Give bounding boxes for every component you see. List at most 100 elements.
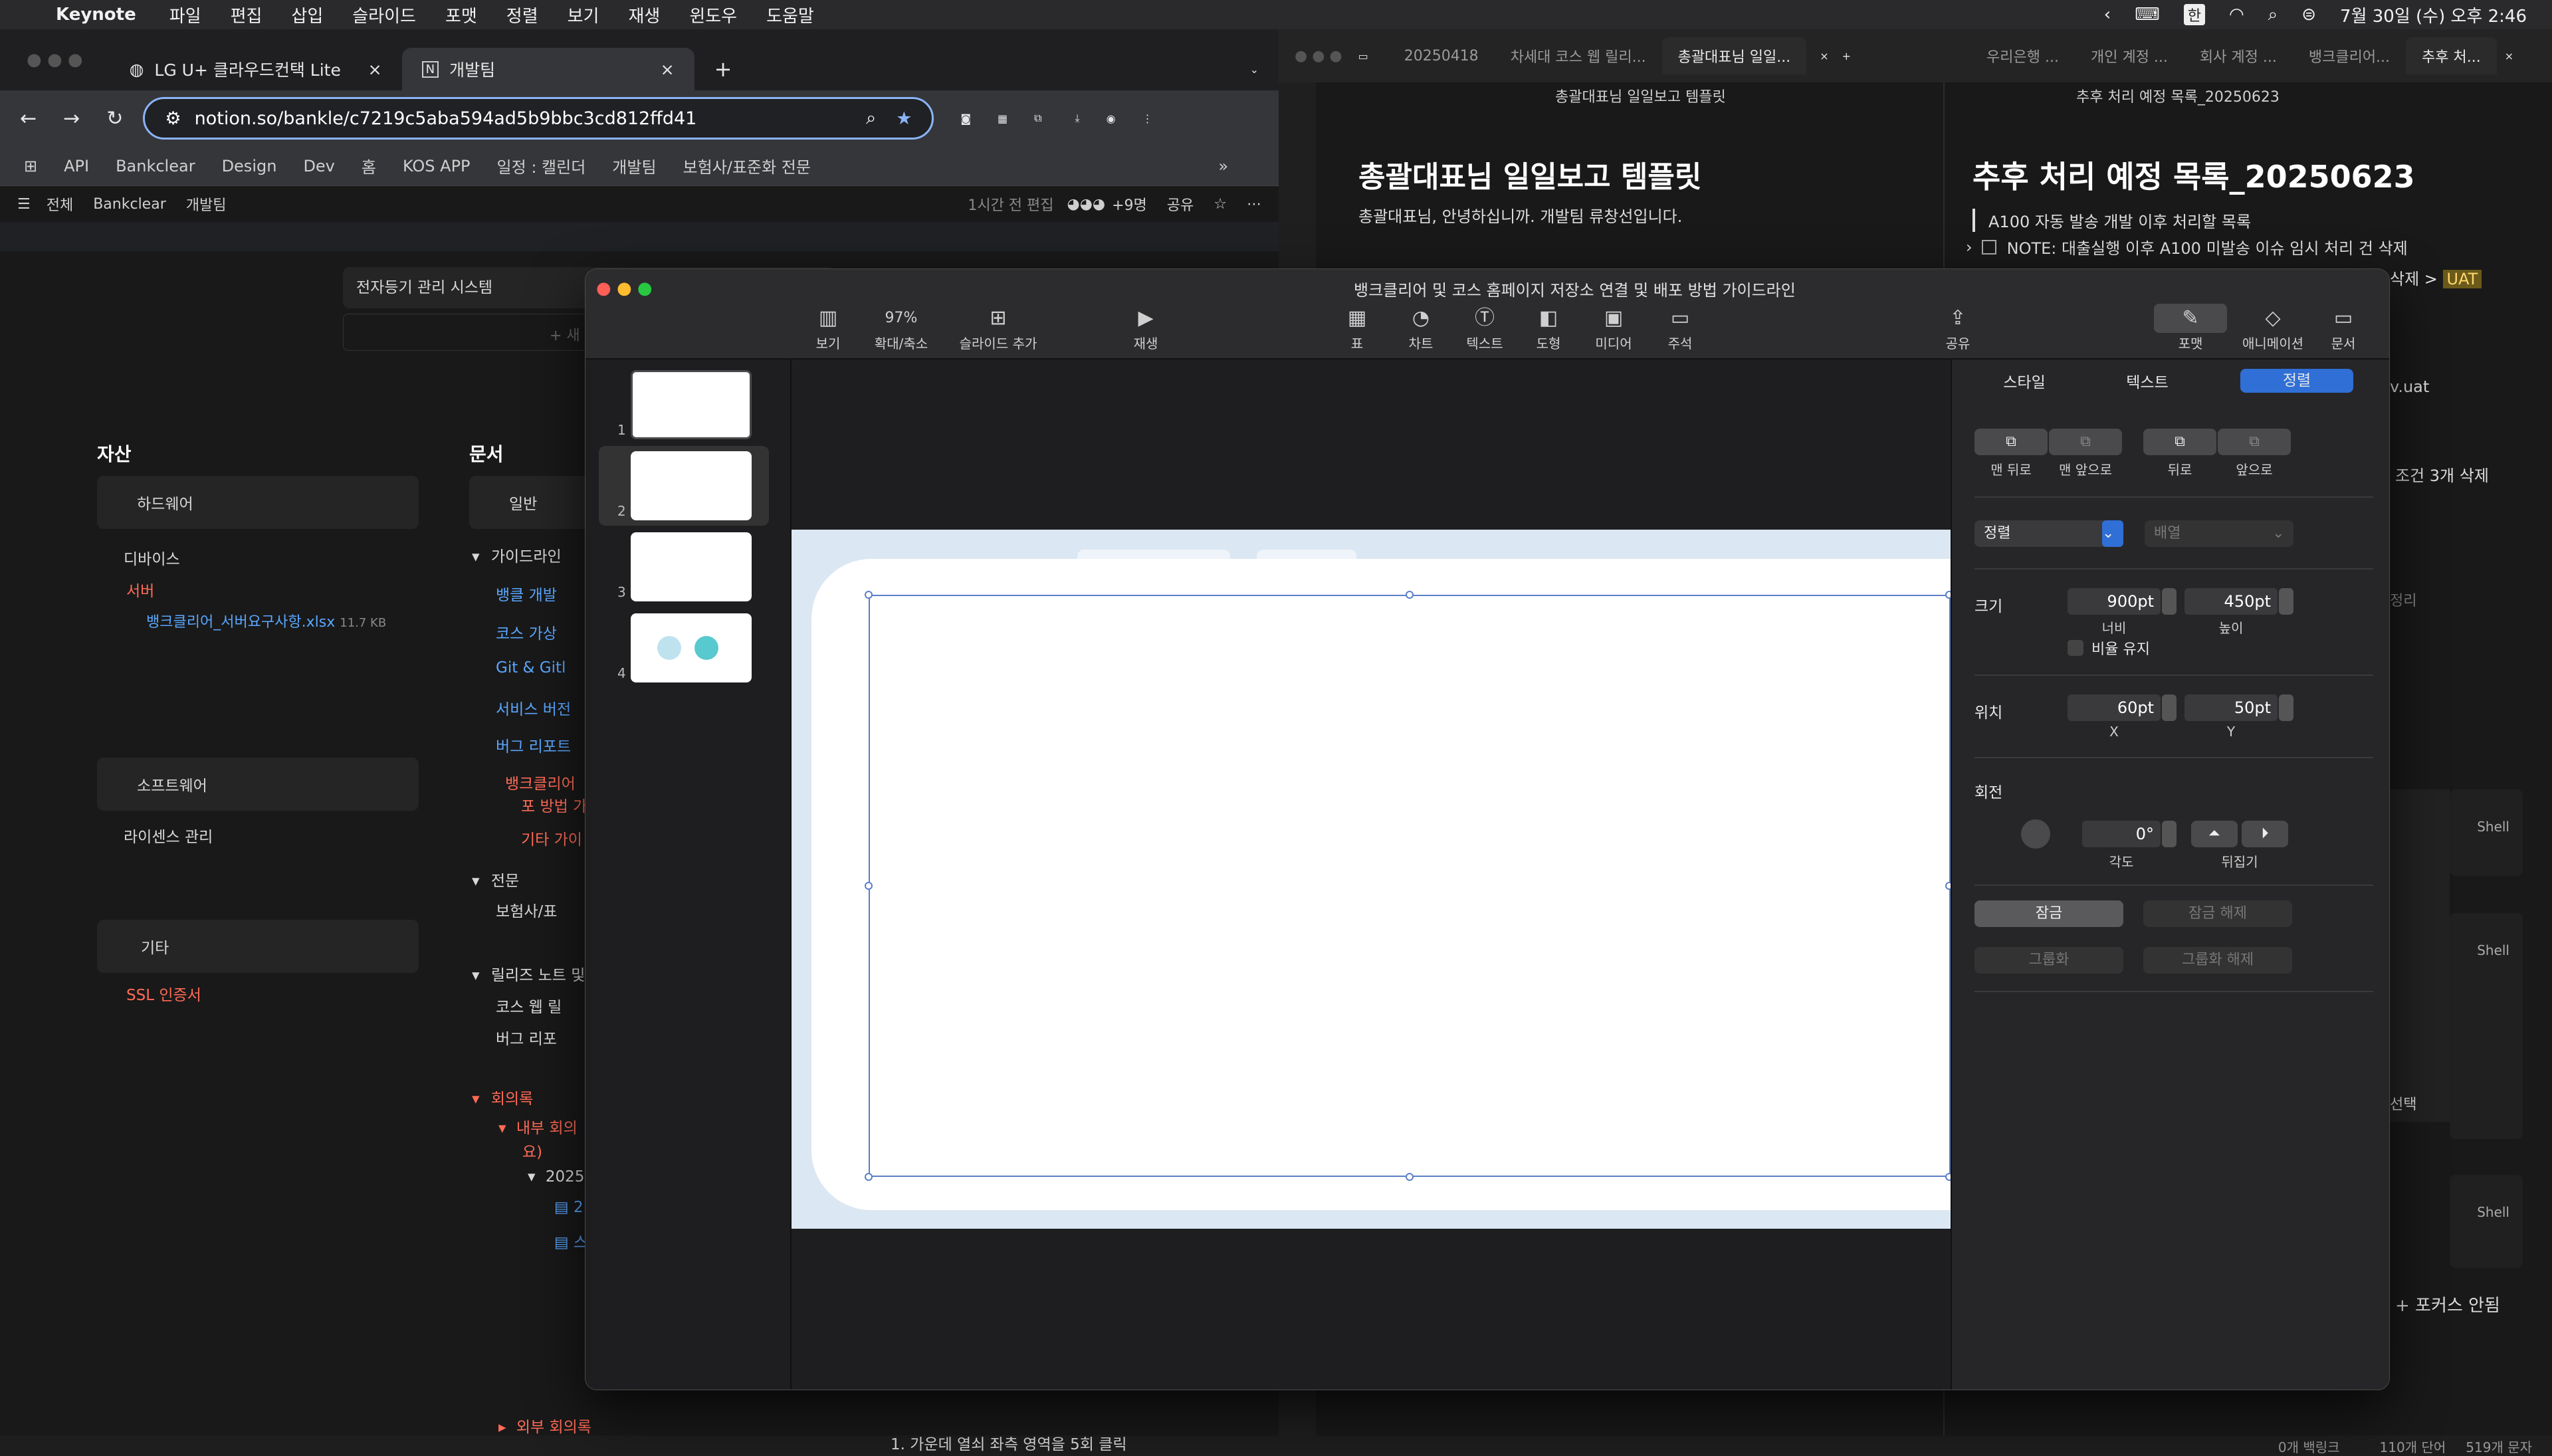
internal-toggle[interactable]: ▾ 내부 회의 bbox=[498, 1115, 578, 1138]
avatar-group[interactable]: ◕◕◕ bbox=[1067, 196, 1106, 213]
flip-vertical-button[interactable]: ⏶ bbox=[2191, 821, 2238, 847]
etc-card[interactable]: 기타 bbox=[97, 920, 419, 973]
zoom-button[interactable]: 97% 확대/축소 bbox=[865, 304, 938, 352]
star-icon[interactable]: ★ bbox=[896, 108, 912, 129]
send-to-back-button[interactable]: ⧉ bbox=[1974, 429, 2048, 455]
resize-handle[interactable] bbox=[865, 882, 873, 890]
tab-style[interactable]: 스타일 bbox=[1961, 369, 2087, 392]
todo-item[interactable]: › NOTE: 대출실행 이후 A100 미발송 이슈 임시 처리 건 삭제 bbox=[1966, 235, 2408, 259]
flip-horizontal-button[interactable]: ⏵ bbox=[2242, 821, 2288, 847]
members-count[interactable]: +9명 bbox=[1112, 193, 1147, 215]
play-button[interactable]: ▶ 재생 bbox=[1109, 304, 1182, 352]
close-icon[interactable]: × bbox=[661, 60, 675, 79]
tab-company[interactable]: 회사 계정 ... bbox=[2184, 45, 2293, 66]
share-button[interactable]: ⇪ 공유 bbox=[1921, 304, 1994, 352]
menu-format[interactable]: 포맷 bbox=[445, 3, 477, 27]
document-button[interactable]: ▭ 문서 bbox=[2307, 304, 2380, 352]
tab-devteam[interactable]: N 개발팀 × bbox=[401, 48, 694, 90]
guide-bullet[interactable]: 기타 가이 bbox=[521, 827, 582, 849]
tab-personal[interactable]: 개인 계정 ... bbox=[2075, 45, 2184, 66]
bookmark-home[interactable]: 홈 bbox=[362, 154, 376, 177]
tab-arrange[interactable]: 정렬 bbox=[2240, 369, 2353, 393]
traffic-lights[interactable]: ● ● ● bbox=[596, 278, 653, 298]
site-settings-icon[interactable]: ⚙ bbox=[165, 108, 181, 129]
group-button[interactable]: 그룹화 bbox=[1974, 947, 2123, 974]
x-stepper[interactable] bbox=[2162, 694, 2177, 721]
bring-to-front-button[interactable]: ⧉ bbox=[2049, 429, 2122, 455]
page-icon[interactable]: ▤ 스 bbox=[554, 1229, 587, 1252]
guide-item[interactable]: Git & Gitl bbox=[496, 659, 566, 676]
menu-help[interactable]: 도움말 bbox=[766, 3, 814, 27]
selection-frame[interactable] bbox=[869, 595, 1951, 1177]
forward-icon[interactable]: → bbox=[63, 107, 80, 130]
bookmark-bankclear[interactable]: Bankclear bbox=[116, 157, 195, 175]
screenshot-icon[interactable]: ◙ bbox=[960, 112, 971, 125]
release-item[interactable]: 버그 리포 bbox=[496, 1026, 557, 1049]
slide-thumb-3[interactable] bbox=[631, 532, 752, 601]
profile-icon[interactable]: ◉ bbox=[1107, 112, 1116, 125]
width-stepper[interactable] bbox=[2162, 588, 2177, 615]
ssl-item[interactable]: SSL 인증서 bbox=[126, 982, 201, 1005]
distribute-dropdown[interactable]: 배열 ⌄ bbox=[2145, 520, 2293, 547]
animate-button[interactable]: ◇ 애니메이션 bbox=[2230, 304, 2316, 352]
chevron-right-icon[interactable]: › bbox=[1966, 238, 1972, 257]
bookmark-dev[interactable]: Dev bbox=[303, 157, 334, 175]
insurer-link[interactable]: 보험사/표 bbox=[496, 898, 557, 921]
tab-todo[interactable]: 추후 처... bbox=[2406, 37, 2497, 74]
guide-item[interactable]: 뱅클 개발 bbox=[496, 582, 557, 605]
bookmark-calendar[interactable]: 일정 : 캘린더 bbox=[497, 154, 586, 177]
shape-button[interactable]: ◧ 도형 bbox=[1512, 304, 1585, 352]
text-button[interactable]: Ⓣ 텍스트 bbox=[1448, 304, 1521, 352]
traffic-lights[interactable]: ● ● ● bbox=[1295, 48, 1342, 64]
resize-handle[interactable] bbox=[865, 591, 873, 599]
tab-text[interactable]: 텍스트 bbox=[2087, 369, 2207, 392]
guide-item[interactable]: 버그 리포트 bbox=[496, 734, 571, 756]
resize-handle[interactable] bbox=[1406, 1173, 1414, 1181]
license-link[interactable]: 라이센스 관리 bbox=[124, 824, 213, 847]
comment-button[interactable]: ▭ 주석 bbox=[1644, 304, 1717, 352]
breadcrumb-all[interactable]: 전체 bbox=[47, 193, 73, 215]
specialty-toggle[interactable]: ▾ 전문 bbox=[472, 868, 519, 890]
view-button[interactable]: ▥ 보기 bbox=[792, 304, 865, 352]
bookmark-design[interactable]: Design bbox=[222, 157, 277, 175]
breadcrumb-devteam[interactable]: 개발팀 bbox=[186, 193, 227, 215]
year-toggle[interactable]: ▾ 2025 bbox=[528, 1168, 584, 1186]
server-file[interactable]: 뱅크클리어_서버요구사항.xlsx 11.7 KB bbox=[146, 610, 386, 631]
media-button[interactable]: ▣ 미디어 bbox=[1577, 304, 1650, 352]
external-toggle[interactable]: ▸ 외부 회의록 bbox=[498, 1414, 591, 1437]
checkbox[interactable] bbox=[2068, 640, 2083, 656]
bookmark-api[interactable]: API bbox=[64, 157, 89, 175]
guide-item[interactable]: 코스 가상 bbox=[496, 621, 557, 643]
tab-woori[interactable]: 우리은행 ... bbox=[1970, 45, 2075, 66]
minutes-toggle[interactable]: ▾ 회의록 bbox=[472, 1086, 533, 1108]
more-bookmarks-icon[interactable]: » bbox=[1218, 157, 1228, 175]
y-stepper[interactable] bbox=[2279, 694, 2293, 721]
extension-icon[interactable]: ▦ bbox=[998, 112, 1008, 125]
resize-handle[interactable] bbox=[1406, 591, 1414, 599]
bring-forward-button[interactable]: ⧉ bbox=[2218, 429, 2291, 455]
guide-bullet-cont[interactable]: 포 방법 가 bbox=[521, 793, 587, 816]
clock[interactable]: 7월 30일 (수) 오후 2:46 bbox=[2340, 3, 2527, 27]
menu-window[interactable]: 윈도우 bbox=[689, 3, 737, 27]
resize-handle[interactable] bbox=[865, 1173, 873, 1181]
release-item[interactable]: 코스 웹 릴 bbox=[496, 994, 562, 1017]
chart-button[interactable]: ◔ 차트 bbox=[1384, 304, 1457, 352]
tab-search-icon[interactable]: ⌄ bbox=[1250, 63, 1259, 76]
software-card[interactable]: 소프트웨어 bbox=[97, 758, 419, 811]
menu-icon[interactable]: ⋮ bbox=[1142, 112, 1153, 125]
chevron-left-icon[interactable]: ‹ bbox=[2104, 5, 2111, 25]
tab-lgu[interactable]: ◍ LG U+ 클라우드컨택 Lite × bbox=[110, 48, 402, 90]
keyboard-icon[interactable]: ⌨ bbox=[2135, 5, 2160, 25]
align-dropdown[interactable]: 정렬 ⌄ bbox=[1974, 520, 2123, 547]
slide-thumb-2[interactable] bbox=[631, 451, 752, 520]
zoom-icon[interactable]: ⌕ bbox=[866, 108, 876, 129]
menu-play[interactable]: 재생 bbox=[628, 3, 660, 27]
release-toggle[interactable]: ▾ 릴리즈 노트 및 bbox=[472, 962, 585, 985]
bookmark-insurer[interactable]: 보험사/표준화 전문 bbox=[683, 154, 811, 177]
close-icon[interactable]: × bbox=[1820, 50, 1828, 62]
guide-item[interactable]: 서비스 버전 bbox=[496, 696, 571, 719]
apps-icon[interactable]: ⊞ bbox=[24, 157, 37, 175]
close-icon[interactable]: × bbox=[2505, 50, 2513, 62]
guide-bullet[interactable]: 뱅크클리어 bbox=[505, 771, 576, 793]
ungroup-button[interactable]: 그룹화 해제 bbox=[2143, 947, 2292, 974]
